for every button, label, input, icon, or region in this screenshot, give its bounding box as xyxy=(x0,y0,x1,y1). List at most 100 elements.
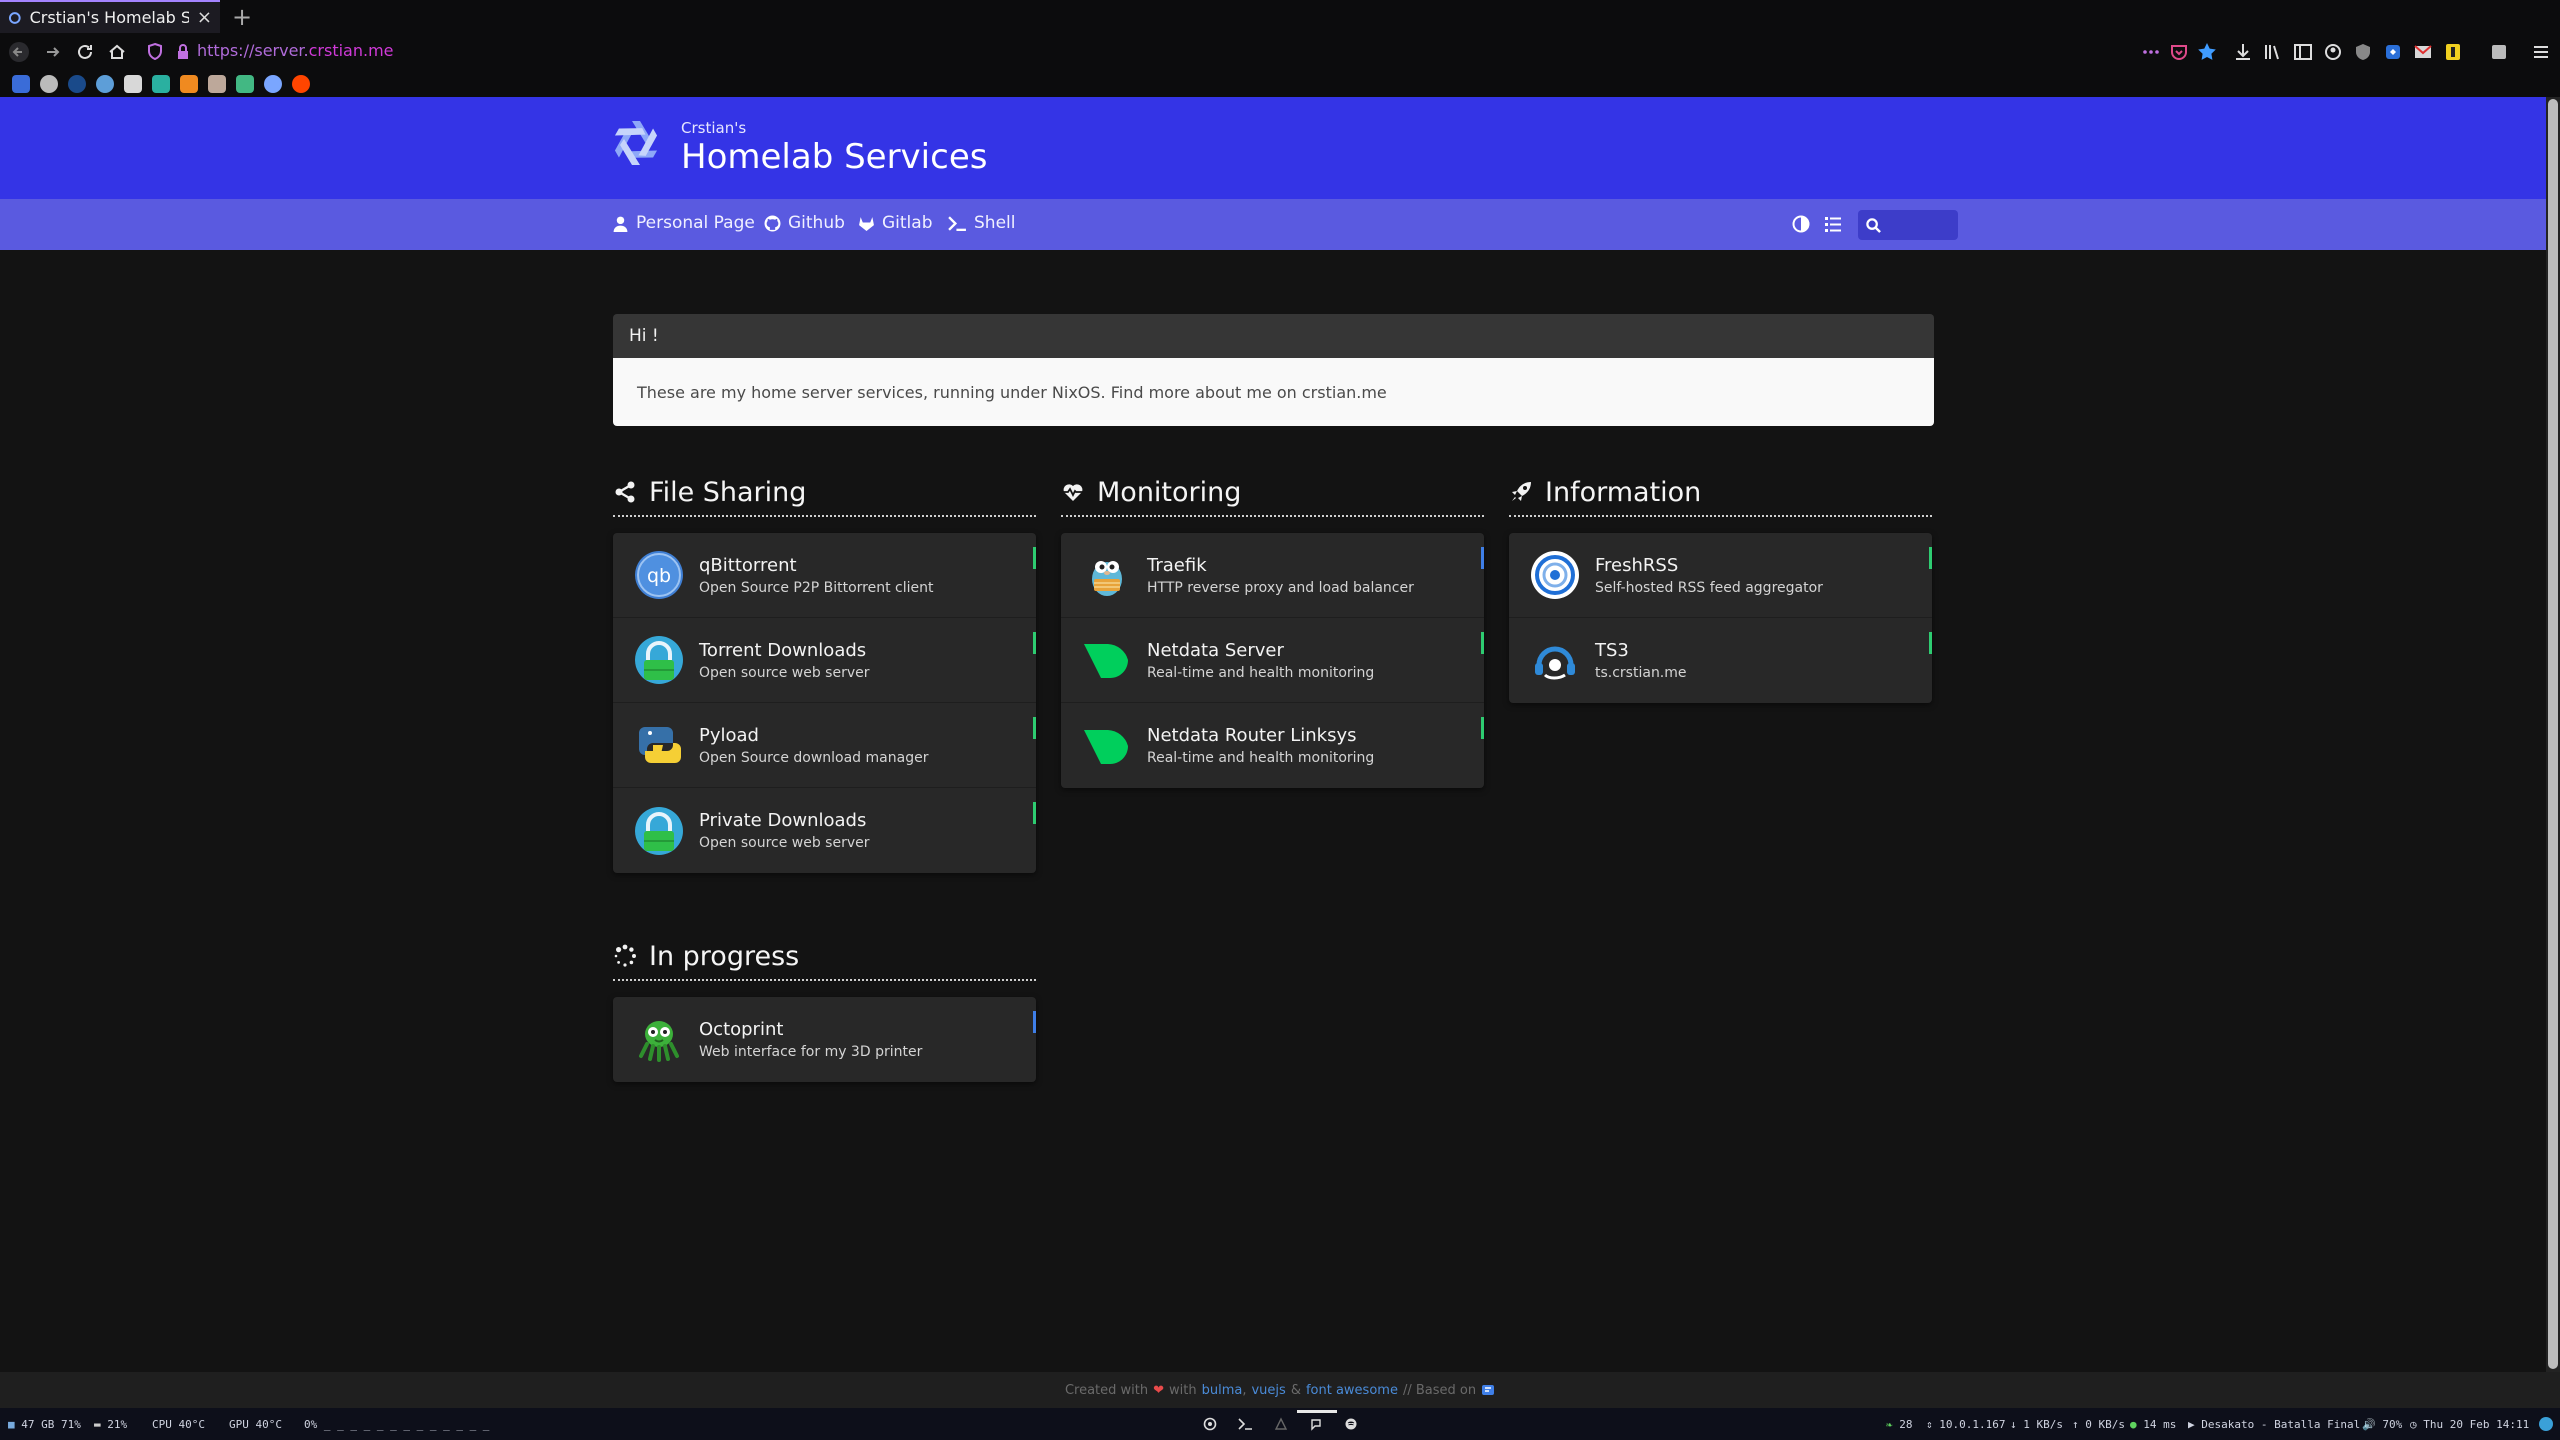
footer-link-bulma[interactable]: bulma xyxy=(1202,1383,1243,1398)
service-subtitle: Open Source download manager xyxy=(699,749,929,766)
message-title: Hi ! xyxy=(613,314,1934,358)
forward-icon[interactable] xyxy=(42,41,64,63)
service-card-ts3[interactable]: TS3 ts.crstian.me xyxy=(1509,618,1932,703)
bookmark-nixos-icon[interactable] xyxy=(264,75,282,93)
service-subtitle: Real-time and health monitoring xyxy=(1147,664,1375,681)
browser-toolbar: https://server.crstian.me xyxy=(0,33,2560,71)
cpu-load: 0% _ _ _ _ _ _ _ _ _ _ _ _ _ xyxy=(304,1418,490,1431)
hero-header: Crstian's Homelab Services xyxy=(0,97,2546,199)
user-icon xyxy=(613,216,628,232)
service-name: Pyload xyxy=(699,724,759,746)
service-subtitle: Self-hosted RSS feed aggregator xyxy=(1595,579,1823,596)
search-input[interactable] xyxy=(1887,217,1947,233)
extension-yellow-icon[interactable] xyxy=(2442,41,2464,63)
extension-grey-icon[interactable] xyxy=(2488,41,2510,63)
sidebar-icon[interactable] xyxy=(2292,41,2314,63)
bookmark-icon[interactable] xyxy=(12,75,30,93)
bookmark-icon[interactable] xyxy=(208,75,226,93)
ublock-icon[interactable] xyxy=(2352,41,2374,63)
footer-created: Created with xyxy=(1064,1382,1149,1398)
new-tab-button[interactable]: + xyxy=(232,3,252,31)
volume[interactable]: 🔊 70% xyxy=(2362,1418,2402,1431)
account-icon[interactable] xyxy=(2322,41,2344,63)
service-subtitle: ts.crstian.me xyxy=(1595,665,1687,681)
status-tag xyxy=(1929,547,1932,569)
service-name: Netdata Server xyxy=(1147,639,1284,661)
bookmark-icon[interactable] xyxy=(96,75,114,93)
netdata-logo-icon xyxy=(1084,729,1128,764)
nav-link-gitlab[interactable]: Gitlab xyxy=(858,213,933,233)
terminal-workspace-icon[interactable] xyxy=(1237,1417,1253,1431)
bookmark-vue-icon[interactable] xyxy=(236,75,254,93)
nav-link-label: Gitlab xyxy=(882,213,933,233)
mail-icon[interactable] xyxy=(2412,41,2434,63)
bookmarks-toolbar xyxy=(0,71,2560,97)
service-name: qBittorrent xyxy=(699,554,797,576)
home-icon[interactable] xyxy=(106,41,128,63)
scrollbar-thumb[interactable] xyxy=(2548,99,2558,1369)
tab-close-icon[interactable]: × xyxy=(197,7,212,28)
service-card-octoprint[interactable]: Octoprint Web interface for my 3D printe… xyxy=(613,997,1036,1082)
gpu-temp: GPU 40°C xyxy=(229,1418,282,1431)
service-card-pyload[interactable]: Pyload Open Source download manager xyxy=(613,703,1036,788)
browser-tab[interactable]: Crstian's Homelab Ser × xyxy=(0,0,220,33)
service-card-private-downloads[interactable]: Private Downloads Open source web server xyxy=(613,788,1036,873)
library-icon[interactable] xyxy=(2262,41,2284,63)
tray-icon[interactable] xyxy=(2538,1416,2554,1432)
service-subtitle: Real-time and health monitoring xyxy=(1147,750,1375,766)
extension-blue-icon[interactable] xyxy=(2382,41,2404,63)
service-card-qbittorrent[interactable]: qb qBittorrent Open Source P2P Bittorren… xyxy=(613,533,1036,618)
bookmark-icon[interactable] xyxy=(180,75,198,93)
service-card-netdata-server[interactable]: Netdata Server Real-time and health moni… xyxy=(1061,618,1484,703)
service-card-traefik[interactable]: Traefik HTTP reverse proxy and load bala… xyxy=(1061,533,1484,618)
browser-tab-bar: Crstian's Homelab Ser × + xyxy=(0,0,2560,33)
qbittorrent-logo-icon: qb xyxy=(635,551,683,599)
bookmark-icon[interactable] xyxy=(124,75,142,93)
system-status-bar: ■ 47 GB 71% ▬ 21% CPU 40°C GPU 40°C 0% _… xyxy=(0,1408,2560,1440)
tracking-shield-icon[interactable] xyxy=(144,41,166,63)
service-subtitle: Open source web server xyxy=(699,664,870,681)
service-card-torrent-downloads[interactable]: Torrent Downloads Open source web server xyxy=(613,618,1036,703)
list-layout-icon[interactable] xyxy=(1824,215,1842,233)
service-subtitle: Open source web server xyxy=(699,835,870,851)
svg-text:qb: qb xyxy=(647,565,671,587)
now-playing[interactable]: ▶ Desakato - Batalla Final xyxy=(2188,1418,2360,1431)
rocket-icon xyxy=(1512,482,1531,501)
url-bar[interactable]: https://server.crstian.me xyxy=(197,41,394,60)
status-tag xyxy=(1481,632,1484,654)
footer-sep: , xyxy=(1242,1382,1247,1398)
dashboard-logo-icon[interactable] xyxy=(1481,1384,1495,1396)
nav-link-github[interactable]: Github xyxy=(764,213,845,233)
bookmark-icon[interactable] xyxy=(152,75,170,93)
status-tag xyxy=(1033,632,1036,654)
downloads-icon[interactable] xyxy=(2232,41,2254,63)
lock-icon xyxy=(178,44,188,59)
status-tag xyxy=(1929,632,1932,654)
heart-icon: ❤ xyxy=(1153,1382,1165,1398)
page-actions-icon[interactable] xyxy=(2140,41,2162,63)
nav-link-shell[interactable]: Shell xyxy=(948,213,1015,233)
code-workspace-icon[interactable] xyxy=(1274,1417,1288,1431)
footer-link-font-awesome[interactable]: font awesome xyxy=(1306,1383,1398,1398)
music-workspace-icon[interactable] xyxy=(1344,1417,1358,1431)
reload-icon[interactable] xyxy=(74,41,96,63)
nav-link-personal-page[interactable]: Personal Page xyxy=(612,213,755,233)
service-card-netdata-router-linksys[interactable]: Netdata Router Linksys Real-time and hea… xyxy=(1061,703,1484,788)
search-box[interactable] xyxy=(1858,210,1958,240)
footer-link-vuejs[interactable]: vuejs xyxy=(1251,1383,1285,1398)
bookmark-icon[interactable] xyxy=(68,75,86,93)
dark-mode-toggle-icon[interactable] xyxy=(1792,215,1810,233)
memory-usage: ▬ 21% xyxy=(94,1418,128,1431)
pocket-icon[interactable] xyxy=(2168,41,2190,63)
bookmark-reddit-icon[interactable] xyxy=(292,75,310,93)
firefox-workspace-icon[interactable] xyxy=(1203,1417,1217,1431)
back-icon[interactable] xyxy=(8,41,30,63)
menu-icon[interactable] xyxy=(2530,41,2552,63)
bookmark-globe-icon[interactable] xyxy=(40,75,58,93)
bookmark-star-icon[interactable] xyxy=(2196,41,2218,63)
service-card-freshrss[interactable]: FreshRSS Self-hosted RSS feed aggregator xyxy=(1509,533,1932,618)
chat-workspace-icon[interactable] xyxy=(1309,1417,1323,1431)
gitlab-icon xyxy=(859,216,874,231)
nixos-logo-icon xyxy=(614,121,658,165)
network-download: ↓ 1 KB/s xyxy=(2010,1418,2063,1431)
